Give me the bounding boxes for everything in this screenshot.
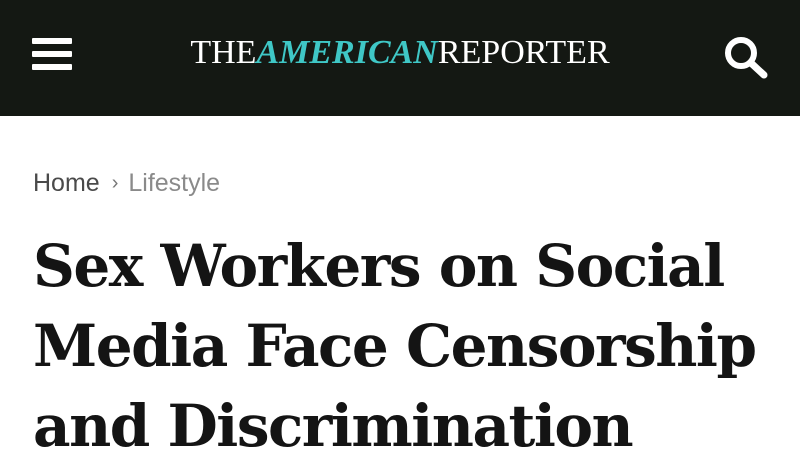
logo-text-the: THE (190, 34, 257, 71)
chevron-right-icon: › (111, 172, 119, 194)
site-logo[interactable]: THEAMERICANREPORTER (0, 32, 800, 74)
logo-text-american: AMERICAN (256, 34, 438, 71)
article-title: Sex Workers on Social Media Face Censors… (33, 232, 757, 450)
article-page: THEAMERICANREPORTER Home › Lifestyle Sex W… (0, 0, 800, 450)
search-icon[interactable] (722, 34, 770, 80)
breadcrumb: Home › Lifestyle (33, 166, 220, 200)
top-navigation-bar: THEAMERICANREPORTER (0, 0, 800, 116)
breadcrumb-home-link[interactable]: Home (33, 169, 100, 197)
breadcrumb-lifestyle-link[interactable]: Lifestyle (128, 169, 220, 197)
logo-text-reporter: REPORTER (437, 34, 610, 71)
